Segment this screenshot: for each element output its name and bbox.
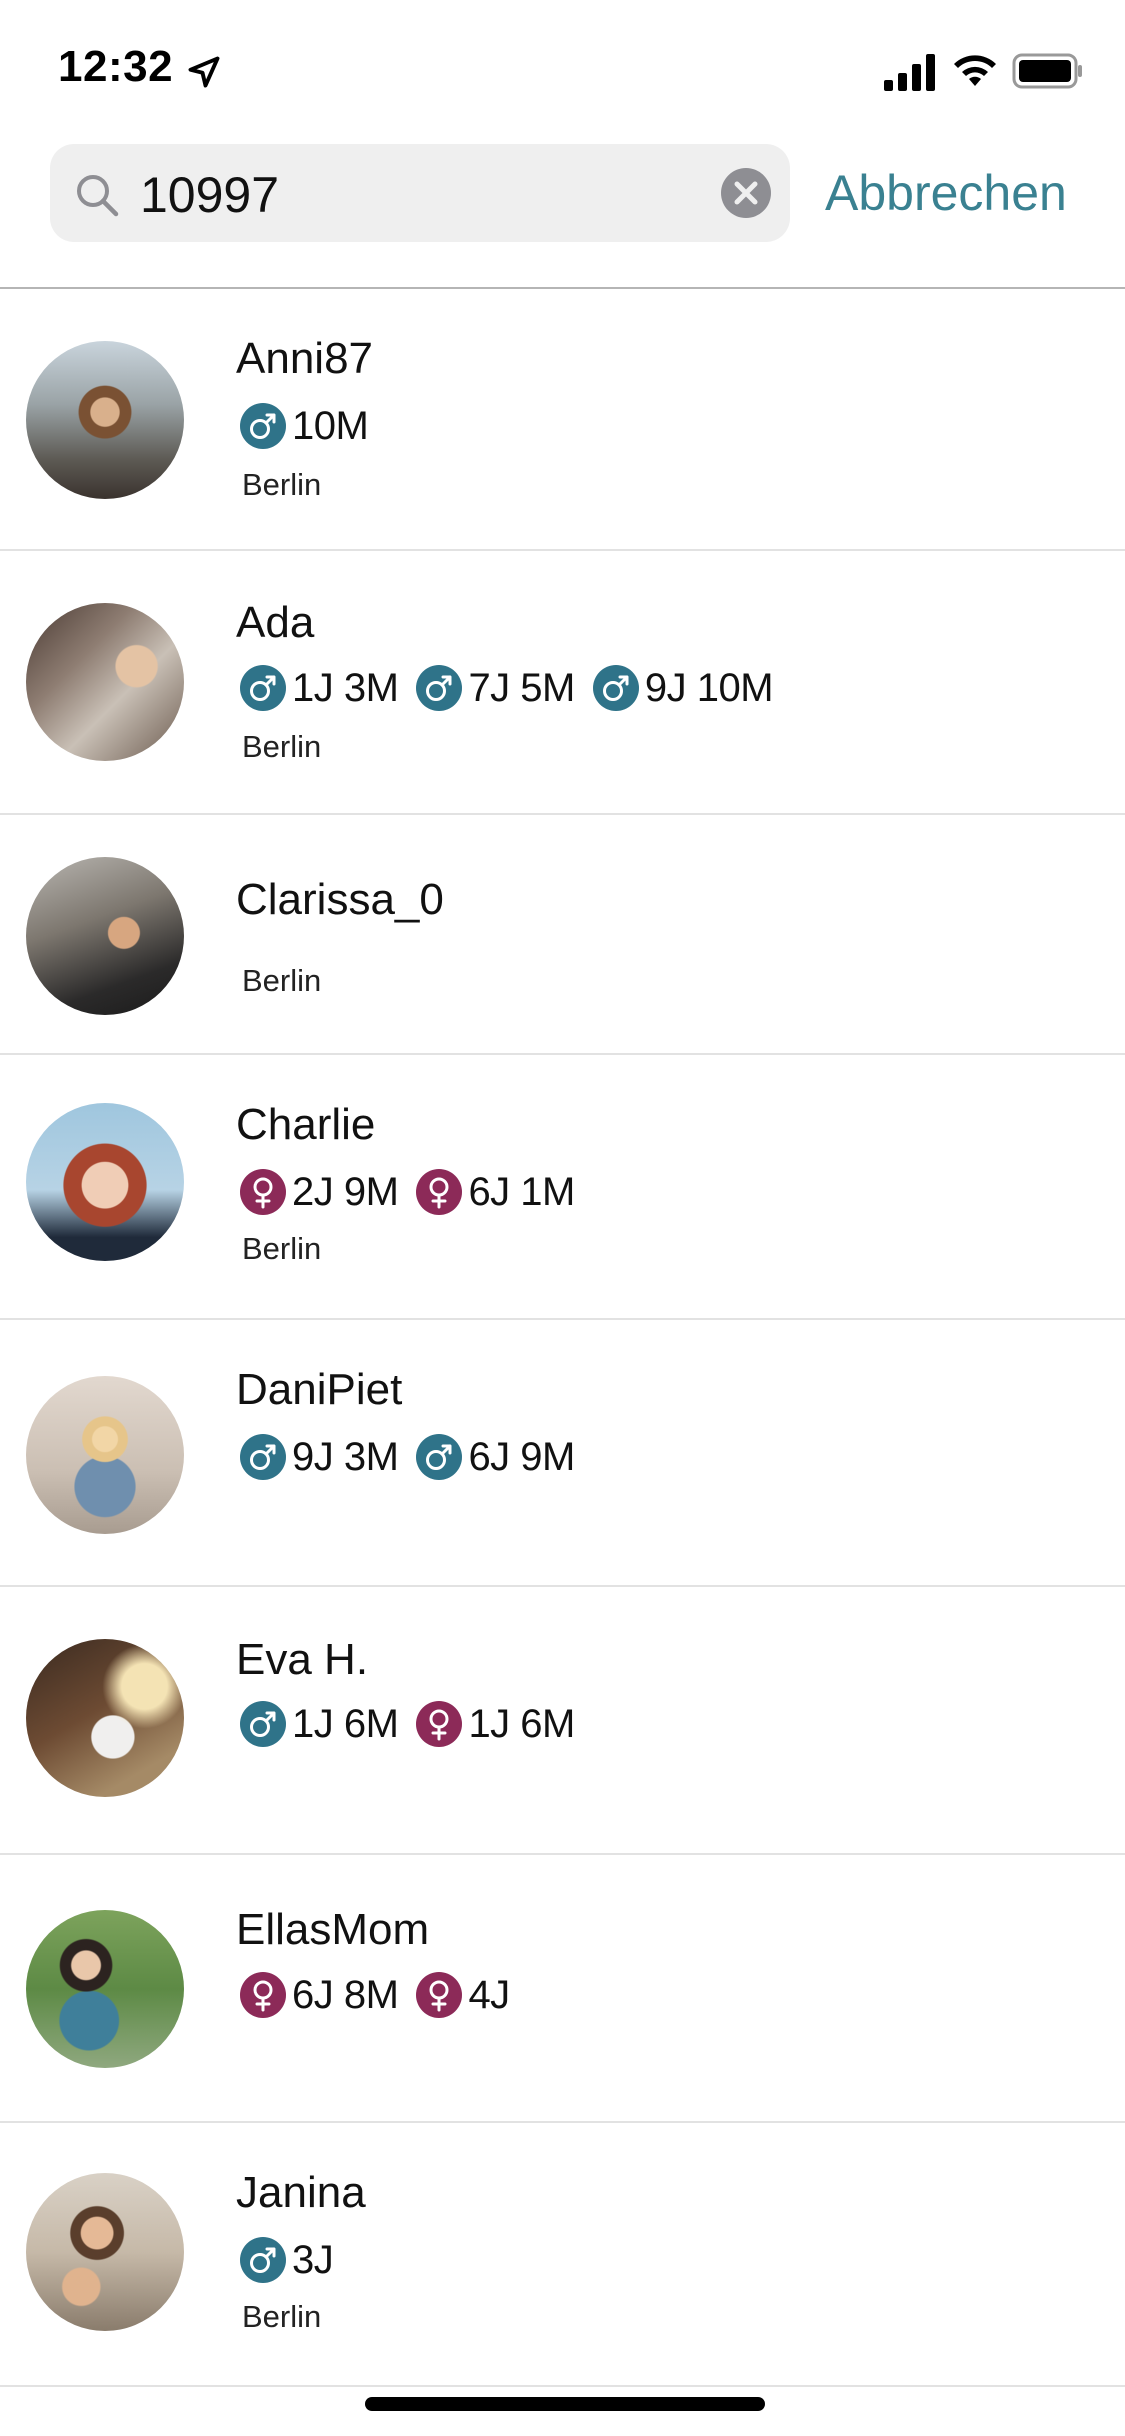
status-bar: 12:32 [0, 0, 1125, 135]
user-name: Ada [236, 598, 315, 647]
user-name: Charlie [236, 1100, 376, 1149]
avatar[interactable] [26, 1910, 184, 2068]
user-city: Berlin [242, 2299, 322, 2334]
status-time: 12:32 [58, 42, 174, 91]
child-entry: 6J 8M [240, 1972, 399, 2018]
child-entry: 1J 6M [240, 1701, 399, 1747]
avatar[interactable] [26, 1639, 184, 1797]
signal-icon [884, 54, 935, 91]
list-item[interactable]: Clarissa_0 Berlin [0, 815, 1125, 1055]
child-entry: 1J 6M [416, 1701, 575, 1747]
clear-icon[interactable] [720, 167, 772, 219]
child-entry: 1J 3M [240, 665, 399, 711]
children-list: 9J 3M 6J 9M [240, 1434, 593, 1480]
male-icon [592, 665, 639, 711]
user-name: Anni87 [236, 334, 374, 383]
list-item[interactable]: Eva H. 1J 6M 1J 6M [0, 1587, 1125, 1855]
children-list: 3J [240, 2237, 351, 2283]
avatar[interactable] [26, 603, 184, 761]
male-icon [240, 2237, 286, 2283]
female-icon [240, 1169, 286, 1215]
search-input[interactable]: 10997 [50, 144, 790, 242]
child-entry: 7J 5M [416, 665, 575, 711]
user-list: Anni87 10M Berlin Ada 1J 3M 7J 5M 9J 10M [0, 289, 1125, 2387]
child-age: 1J 3M [292, 665, 399, 710]
child-age: 10M [292, 403, 369, 448]
avatar[interactable] [26, 1376, 184, 1534]
male-icon [240, 1434, 286, 1480]
children-list: 1J 3M 7J 5M 9J 10M [240, 665, 791, 711]
user-name: Eva H. [236, 1635, 369, 1684]
child-entry: 10M [240, 403, 369, 449]
user-city: Berlin [242, 729, 322, 764]
home-indicator[interactable] [365, 2397, 765, 2411]
list-item[interactable]: Janina 3J Berlin [0, 2123, 1125, 2387]
child-entry: 3J [240, 2237, 334, 2283]
avatar[interactable] [26, 2173, 184, 2331]
female-icon [240, 1972, 286, 2018]
child-age: 7J 5M [468, 665, 575, 710]
search-query[interactable]: 10997 [140, 166, 279, 224]
children-list: 6J 8M 4J [240, 1972, 528, 2018]
female-icon [416, 1972, 463, 2018]
children-list: 1J 6M 1J 6M [240, 1701, 593, 1747]
battery-icon [1012, 53, 1082, 89]
user-name: Clarissa_0 [236, 875, 444, 924]
avatar[interactable] [26, 857, 184, 1015]
male-icon [416, 1434, 463, 1480]
child-entry: 6J 1M [416, 1169, 575, 1215]
male-icon [240, 403, 286, 449]
search-icon [77, 175, 119, 217]
wifi-icon [954, 55, 996, 86]
user-city: Berlin [242, 1231, 322, 1266]
list-item[interactable]: Charlie 2J 9M 6J 1M Berlin [0, 1055, 1125, 1320]
list-item[interactable]: EllasMom 6J 8M 4J [0, 1855, 1125, 2123]
user-city: Berlin [242, 467, 322, 502]
child-entry: 2J 9M [240, 1169, 399, 1215]
child-age: 4J [468, 1972, 510, 2017]
user-name: EllasMom [236, 1905, 430, 1954]
child-age: 6J 8M [292, 1972, 399, 2017]
user-city: Berlin [242, 963, 322, 998]
child-entry: 9J 3M [240, 1434, 399, 1480]
male-icon [416, 665, 463, 711]
male-icon [240, 665, 286, 711]
location-arrow-icon [188, 56, 220, 88]
list-item[interactable]: DaniPiet 9J 3M 6J 9M [0, 1320, 1125, 1587]
search-bar: 10997 Abbrechen [0, 135, 1125, 287]
children-list: 2J 9M 6J 1M [240, 1169, 593, 1215]
child-age: 6J 9M [468, 1434, 575, 1479]
child-age: 9J 10M [644, 665, 774, 710]
cancel-button[interactable]: Abbrechen [825, 164, 1067, 222]
user-name: DaniPiet [236, 1365, 403, 1414]
child-entry: 6J 9M [416, 1434, 575, 1480]
male-icon [240, 1701, 286, 1747]
child-entry: 9J 10M [592, 665, 774, 711]
child-age: 3J [292, 2237, 334, 2282]
child-age: 9J 3M [292, 1434, 399, 1479]
children-list: 10M [240, 403, 386, 449]
list-item[interactable]: Ada 1J 3M 7J 5M 9J 10M Berlin [0, 551, 1125, 815]
female-icon [416, 1169, 463, 1215]
avatar[interactable] [26, 341, 184, 499]
child-entry: 4J [416, 1972, 510, 2018]
list-item[interactable]: Anni87 10M Berlin [0, 289, 1125, 551]
child-age: 6J 1M [468, 1169, 575, 1214]
child-age: 1J 6M [468, 1701, 575, 1746]
child-age: 1J 6M [292, 1701, 399, 1746]
child-age: 2J 9M [292, 1169, 399, 1214]
avatar[interactable] [26, 1103, 184, 1261]
female-icon [416, 1701, 463, 1747]
user-name: Janina [236, 2168, 366, 2217]
